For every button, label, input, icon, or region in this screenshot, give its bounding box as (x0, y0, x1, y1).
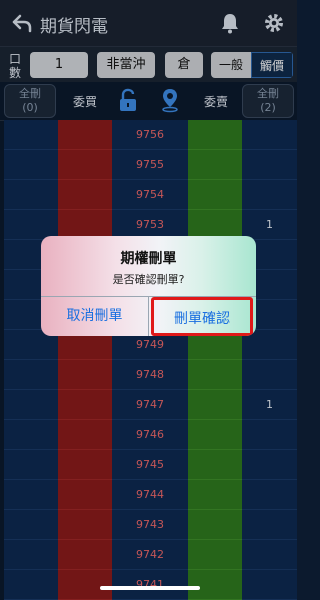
home-indicator (100, 586, 200, 590)
dialog-title: 期權刪單 (120, 251, 177, 267)
dialog-message: 是否確認刪單? (112, 273, 185, 286)
confirm-delete-button[interactable]: 刪單確認 (151, 297, 253, 336)
cancel-delete-button[interactable]: 取消刪單 (41, 297, 148, 336)
dialog-button-divider (148, 296, 149, 336)
delete-order-dialog: 期權刪單 是否確認刪單? 取消刪單 刪單確認 (41, 236, 256, 336)
